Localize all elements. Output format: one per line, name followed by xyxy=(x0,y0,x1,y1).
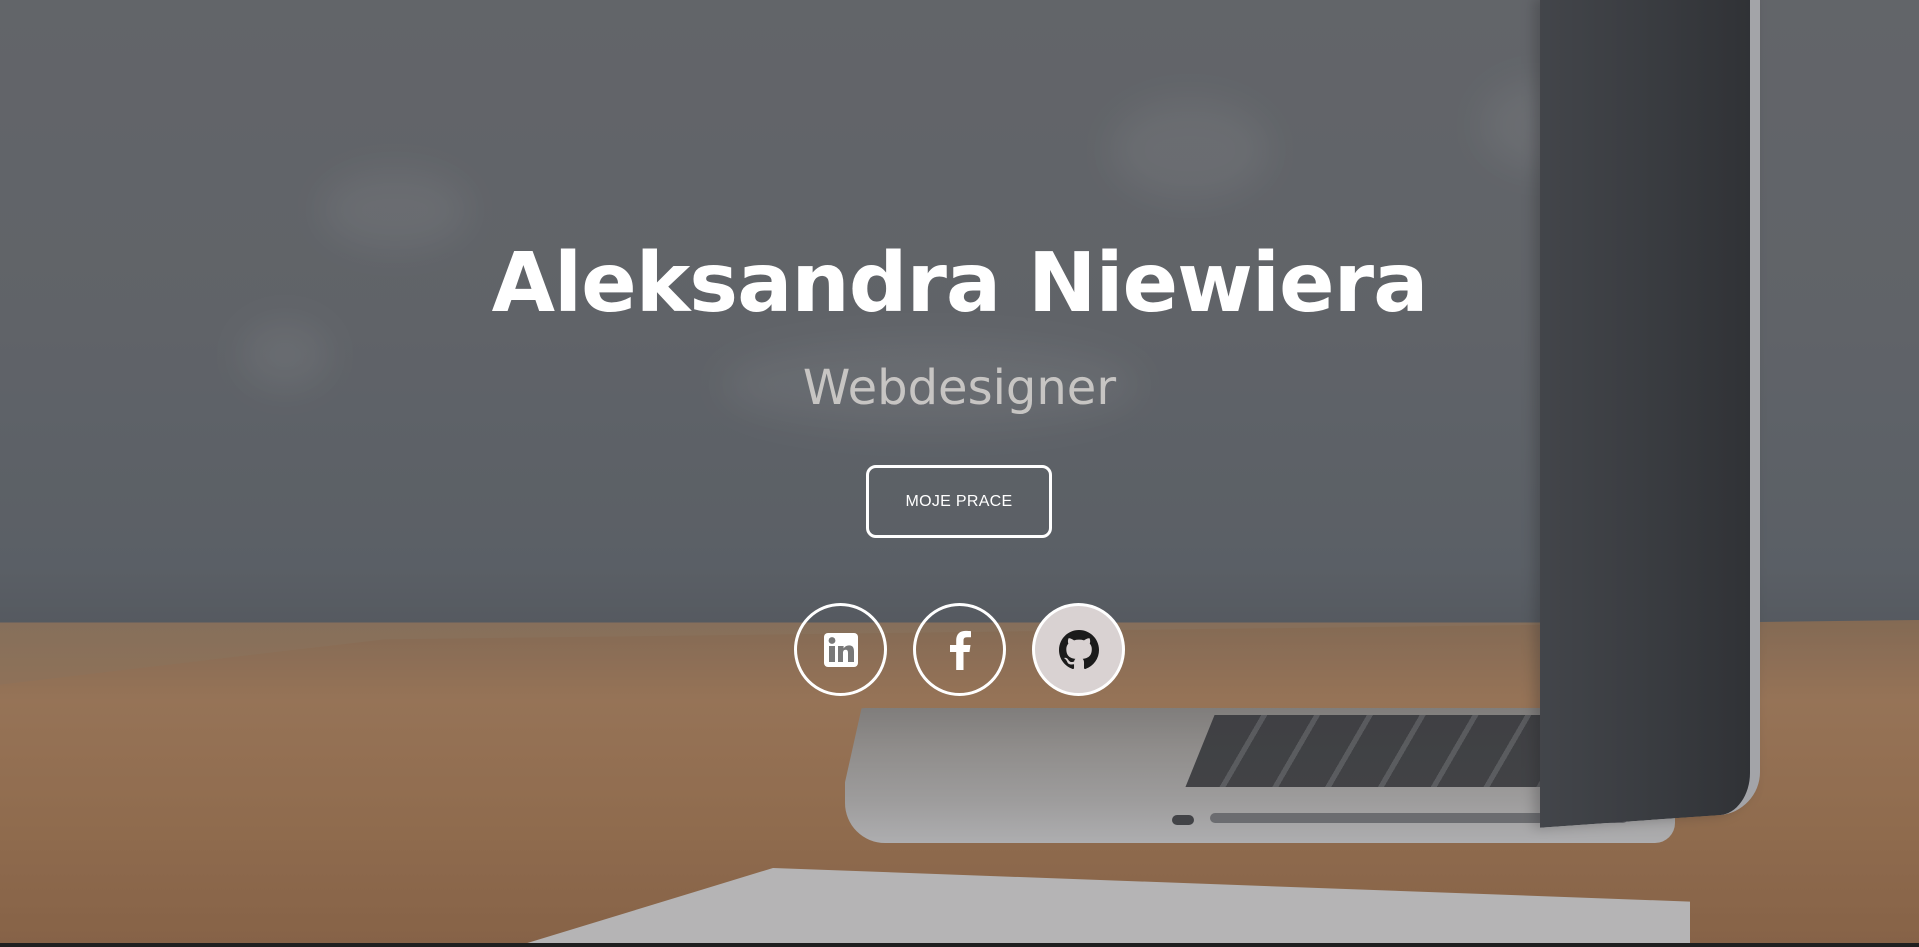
facebook-icon xyxy=(947,630,973,670)
page-subtitle: Webdesigner xyxy=(802,360,1117,416)
linkedin-icon xyxy=(823,632,858,667)
hero-content: Aleksandra Niewiera Webdesigner MOJE PRA… xyxy=(0,0,1919,943)
page-title: Aleksandra Niewiera xyxy=(491,236,1429,331)
github-link[interactable] xyxy=(1032,603,1125,696)
github-icon xyxy=(1058,629,1099,670)
linkedin-link[interactable] xyxy=(794,603,887,696)
bottom-edge xyxy=(0,943,1919,947)
social-links xyxy=(0,603,1919,696)
facebook-link[interactable] xyxy=(913,603,1006,696)
my-works-button[interactable]: MOJE PRACE xyxy=(866,465,1052,538)
hero-section: Aleksandra Niewiera Webdesigner MOJE PRA… xyxy=(0,0,1919,943)
